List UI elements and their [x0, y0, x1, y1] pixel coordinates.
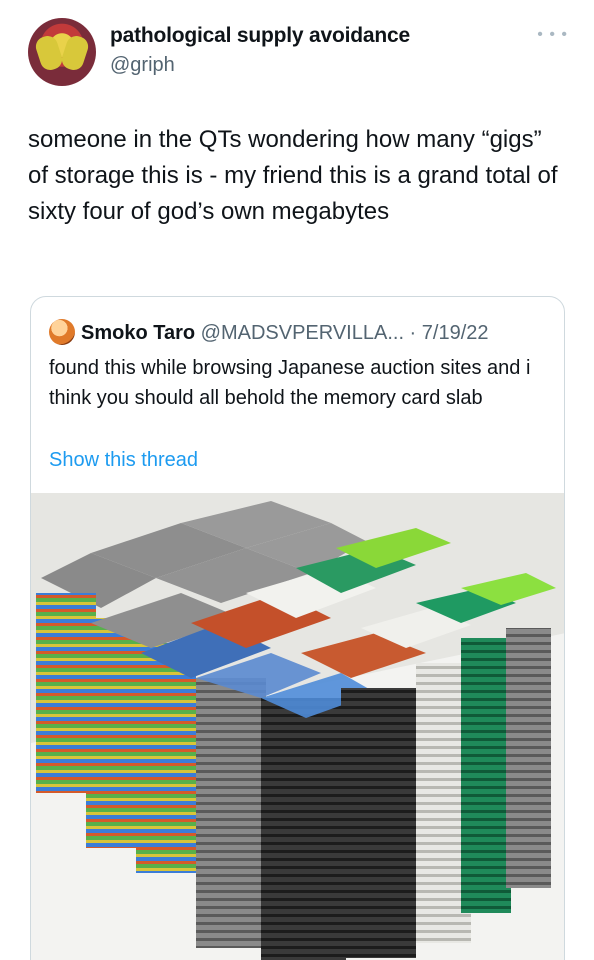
- quoted-tweet-header: Smoko Taro @MADSVPERVILLA... · 7/19/22: [49, 319, 489, 345]
- quoted-author-handle[interactable]: @MADSVPERVILLA...: [201, 322, 404, 344]
- author-display-name[interactable]: pathological supply avoidance: [110, 24, 410, 48]
- memory-card-photo[interactable]: [31, 493, 564, 960]
- show-thread-link[interactable]: Show this thread: [49, 449, 198, 472]
- quoted-author-name[interactable]: Smoko Taro: [81, 322, 195, 344]
- meta-separator: ·: [404, 322, 422, 344]
- tweet-text: someone in the QTs wondering how many “g…: [28, 126, 558, 225]
- author-handle[interactable]: @griph: [110, 54, 175, 77]
- memory-card-stack-illustration: [31, 493, 564, 960]
- author-avatar[interactable]: [28, 18, 96, 86]
- tweet-header: pathological supply avoidance @griph • •…: [28, 16, 568, 86]
- quoted-tweet-date[interactable]: 7/19/22: [422, 322, 489, 344]
- more-options-icon[interactable]: • • •: [537, 26, 568, 44]
- quoted-author-avatar[interactable]: [49, 319, 75, 345]
- quoted-tweet[interactable]: Smoko Taro @MADSVPERVILLA... · 7/19/22 f…: [30, 296, 565, 960]
- quoted-tweet-text: found this while browsing Japanese aucti…: [49, 357, 531, 409]
